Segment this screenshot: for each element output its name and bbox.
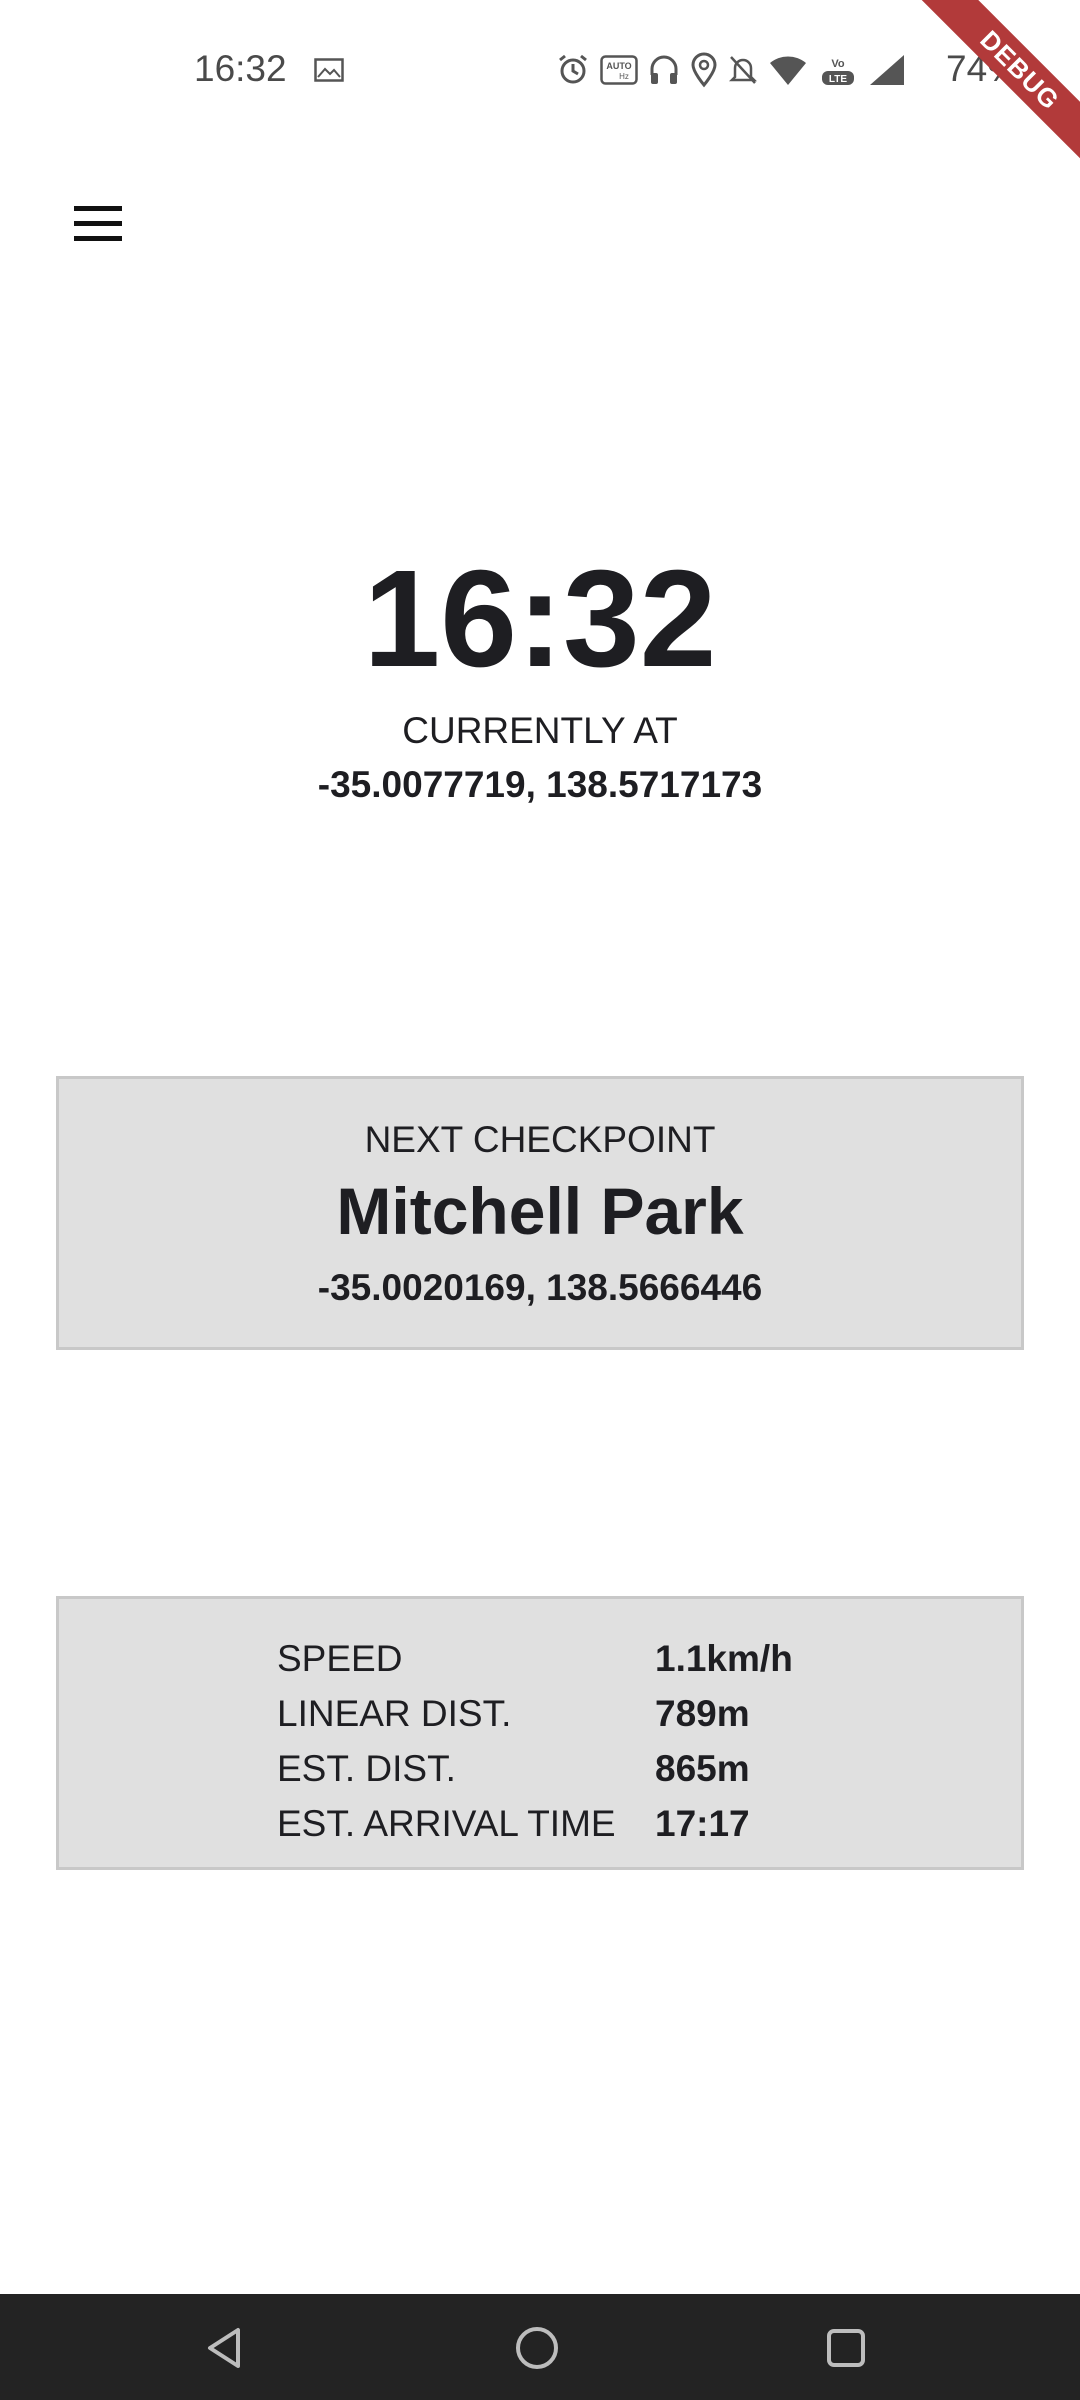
- stats-panel: SPEED 1.1km/h LINEAR DIST. 789m EST. DIS…: [56, 1596, 1024, 1870]
- image-icon: [314, 58, 344, 82]
- headphones-icon: [650, 55, 678, 84]
- signal-icon: [870, 55, 904, 85]
- next-checkpoint-label: NEXT CHECKPOINT: [364, 1119, 716, 1160]
- svg-text:AUTO: AUTO: [606, 61, 631, 71]
- debug-banner: DEBUG: [910, 0, 1080, 170]
- debug-banner-label: DEBUG: [913, 0, 1080, 170]
- next-checkpoint-name: Mitchell Park: [336, 1174, 744, 1248]
- stat-value: 1.1km/h: [655, 1637, 793, 1679]
- stat-label: EST. DIST.: [277, 1747, 456, 1789]
- location-icon: [691, 52, 717, 88]
- stat-value: 789m: [655, 1692, 750, 1734]
- stats-table: SPEED 1.1km/h LINEAR DIST. 789m EST. DIS…: [277, 1631, 793, 1851]
- stat-row-est-dist: EST. DIST. 865m: [277, 1741, 793, 1796]
- auto-hz-icon: AUTO Hz: [600, 55, 638, 85]
- menu-icon: [74, 205, 122, 211]
- current-location-coords: -35.0077719, 138.5717173: [317, 764, 763, 805]
- stat-value: 865m: [655, 1747, 750, 1789]
- stat-label: SPEED: [277, 1637, 403, 1679]
- home-icon[interactable]: [509, 2320, 565, 2376]
- stat-label: LINEAR DIST.: [277, 1692, 512, 1734]
- alarm-icon: [559, 54, 587, 84]
- svg-text:Vo: Vo: [831, 58, 845, 70]
- stat-row-est-arrival: EST. ARRIVAL TIME 17:17: [277, 1796, 793, 1851]
- notifications-off-icon: [728, 56, 758, 84]
- next-checkpoint-panel: NEXT CHECKPOINT Mitchell Park -35.002016…: [56, 1076, 1024, 1350]
- back-icon[interactable]: [198, 2320, 254, 2376]
- volte-icon: Vo LTE: [822, 58, 854, 85]
- svg-text:Hz: Hz: [619, 72, 629, 81]
- wifi-icon: [770, 56, 806, 85]
- clock: 16:32: [363, 542, 717, 696]
- stat-value: 17:17: [655, 1802, 750, 1844]
- next-checkpoint-coords: -35.0020169, 138.5666446: [317, 1267, 763, 1308]
- menu-button[interactable]: [60, 190, 136, 256]
- stat-label: EST. ARRIVAL TIME: [277, 1802, 616, 1844]
- status-time: 16:32: [194, 48, 287, 89]
- current-location-label: CURRENTLY AT: [402, 710, 678, 751]
- stat-row-speed: SPEED 1.1km/h: [277, 1631, 793, 1686]
- recents-icon[interactable]: [818, 2320, 874, 2376]
- status-icons: AUTO Hz Vo LTE: [556, 50, 906, 90]
- system-nav-bar: [0, 2294, 1080, 2400]
- svg-text:LTE: LTE: [829, 74, 847, 85]
- stat-row-linear-dist: LINEAR DIST. 789m: [277, 1686, 793, 1741]
